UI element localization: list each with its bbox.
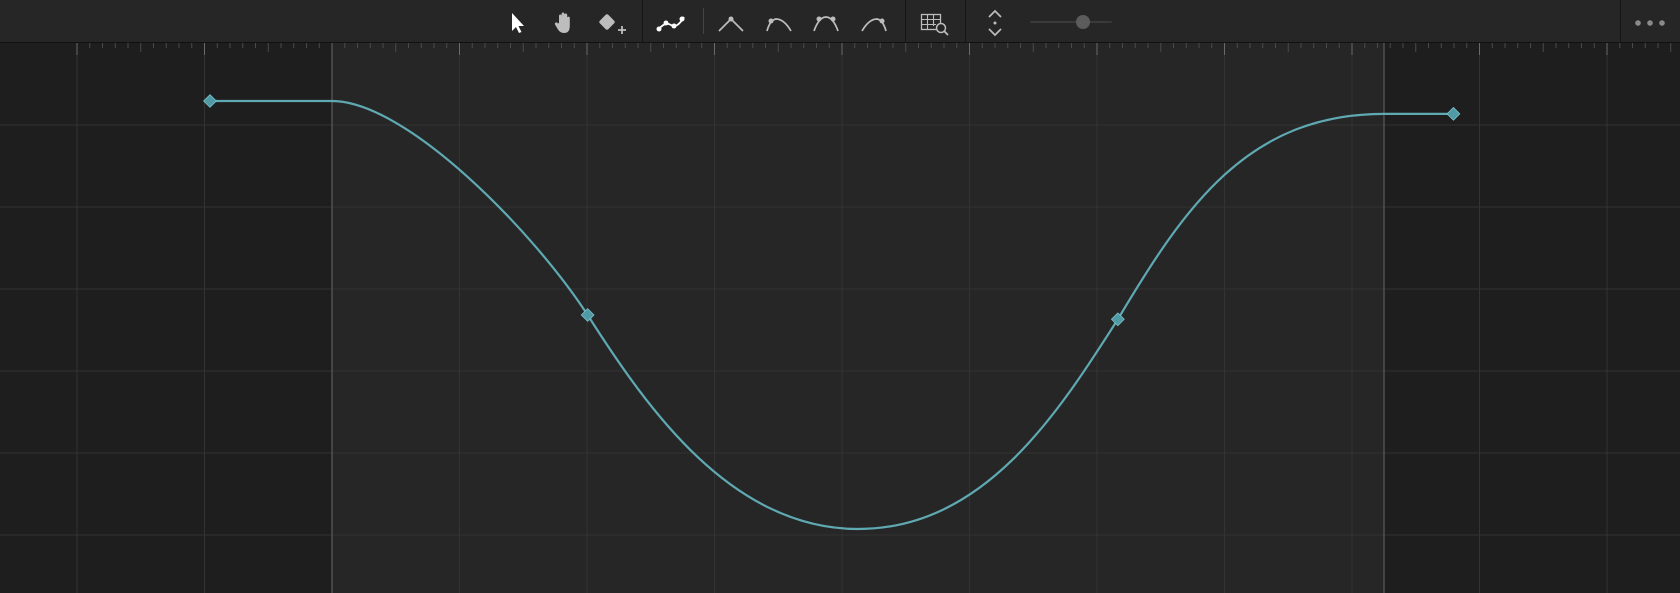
- pointer-arrow-icon: [512, 13, 524, 33]
- ellipsis-icon: [1635, 20, 1665, 26]
- toolbar-divider: [642, 0, 643, 43]
- ease-in-interpolation-button[interactable]: [762, 6, 796, 40]
- zoom-slider-track: [1030, 21, 1112, 23]
- ease-in-icon: [766, 18, 792, 32]
- graph-editor-toolbar: [0, 0, 1680, 43]
- grid-zoom-icon: [920, 13, 949, 36]
- linear-interpolation-button[interactable]: [714, 6, 748, 40]
- pan-tool-button[interactable]: [547, 6, 581, 40]
- smooth-curve-button[interactable]: [654, 6, 688, 40]
- toolbar-divider: [703, 8, 704, 34]
- select-tool-button[interactable]: [500, 6, 534, 40]
- more-options-button[interactable]: [1620, 6, 1680, 40]
- keyframe-add-icon: [599, 14, 626, 34]
- toolbar-divider: [905, 0, 906, 43]
- vertical-fit-button[interactable]: [978, 6, 1012, 40]
- toolbar-divider: [965, 0, 966, 43]
- corner-point-icon: [718, 16, 744, 32]
- expand-vertical-icon: [988, 9, 1002, 37]
- ease-in-out-icon: [813, 16, 839, 32]
- hand-icon: [554, 12, 570, 33]
- zoom-slider-thumb[interactable]: [1076, 15, 1091, 29]
- ease-in-out-interpolation-button[interactable]: [809, 6, 843, 40]
- curve-graph-canvas[interactable]: [0, 43, 1680, 593]
- zoom-slider[interactable]: [1030, 14, 1112, 30]
- ease-out-icon: [861, 18, 887, 32]
- fit-to-view-button[interactable]: [918, 6, 952, 40]
- add-keyframe-button[interactable]: [596, 6, 630, 40]
- ease-out-interpolation-button[interactable]: [857, 6, 891, 40]
- bezier-curve-icon: [656, 16, 685, 32]
